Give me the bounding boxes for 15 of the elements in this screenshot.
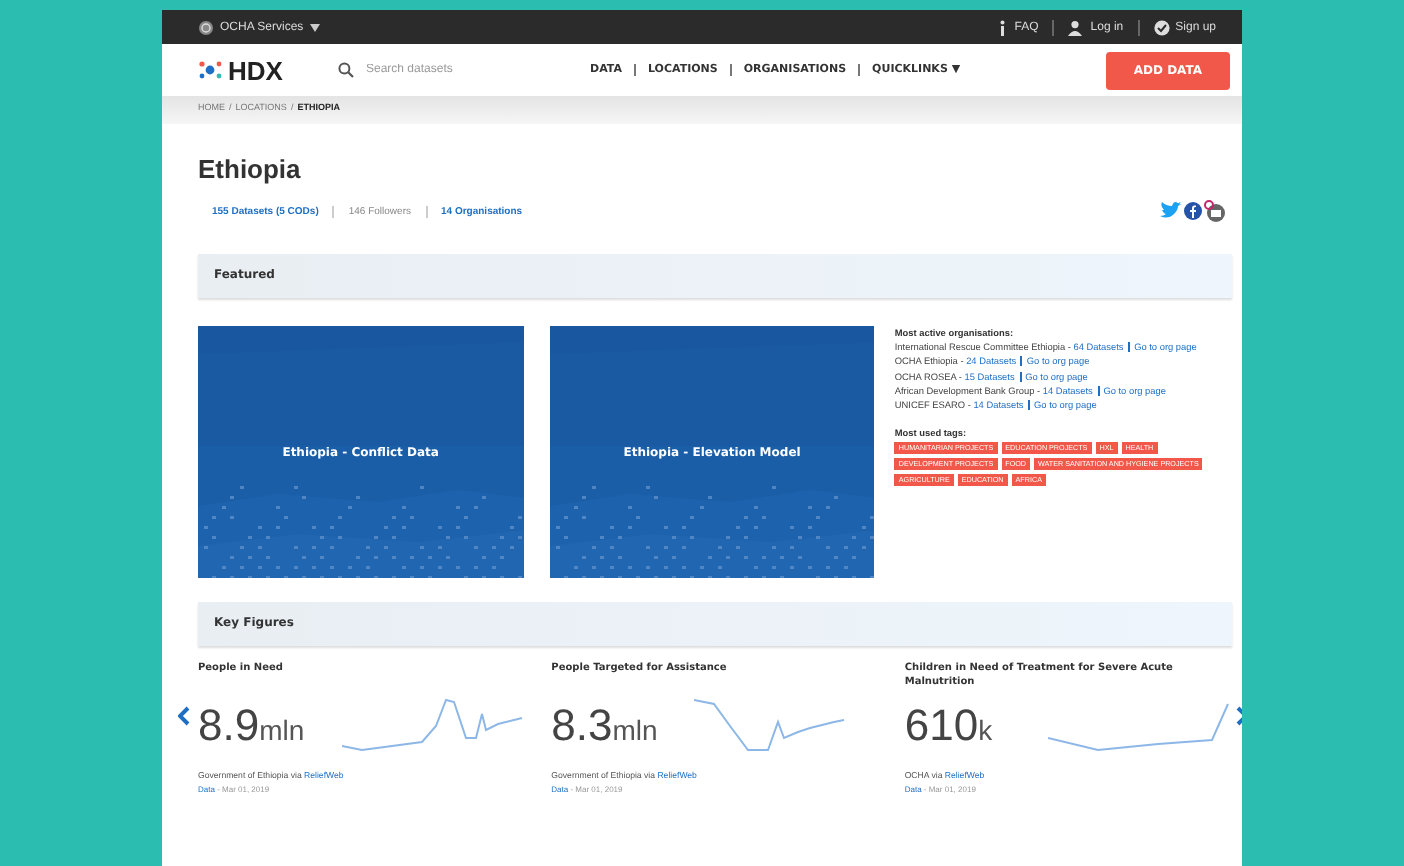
figure-value: 8.3mln [551,700,658,752]
caret-icon [309,23,320,31]
figure-value: 610k [904,700,993,752]
facebook-icon[interactable] [1184,202,1202,220]
logo-icon [198,60,222,80]
globe-icon [198,19,214,35]
info-icon [996,19,1009,35]
search-icon [338,62,354,78]
check-circle-icon [1153,19,1170,35]
logo-text: HDX [228,55,283,85]
user-icon [1068,19,1085,35]
previous-button[interactable] [178,706,190,726]
email-icon[interactable] [1204,200,1226,222]
figure-value: 8.9mln [198,700,305,752]
page-title: Ethiopia [198,154,303,184]
